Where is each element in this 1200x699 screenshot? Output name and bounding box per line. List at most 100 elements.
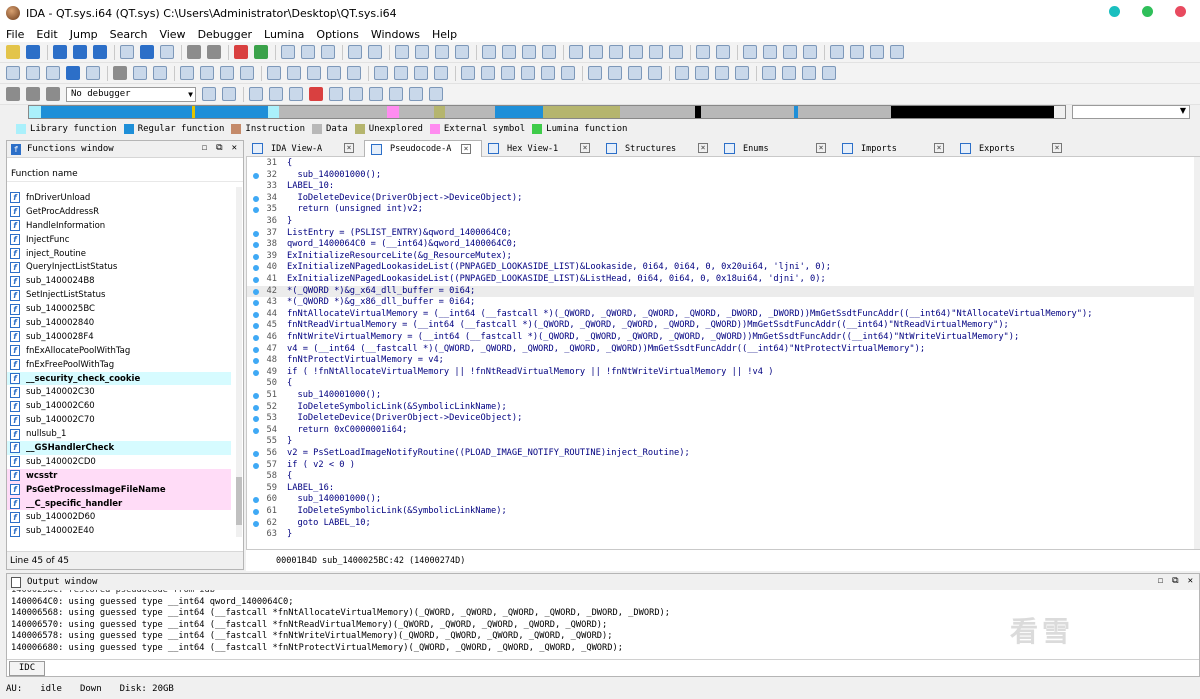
make-data-icon[interactable] [561,66,575,80]
make-array-icon[interactable] [327,66,341,80]
function-list-item[interactable]: f wcsstr [7,468,231,483]
bookmark-icon[interactable] [409,87,423,101]
function-list-item[interactable]: f PsGetProcessImageFileName [7,482,231,497]
function-list-item[interactable]: f nullsub_1 [7,427,231,441]
function-list-item[interactable]: f inject_Routine [7,247,231,261]
green-dot-button[interactable] [1142,6,1153,17]
binary-icon[interactable] [435,45,449,59]
comment-icon[interactable] [629,45,643,59]
navigation-band-segment[interactable] [278,106,388,118]
jump-icon[interactable] [73,45,87,59]
script-icon[interactable] [200,66,214,80]
open-icon[interactable] [6,45,20,59]
navigation-band-segment[interactable] [434,106,446,118]
data-icon[interactable] [254,45,268,59]
xref-icon[interactable] [542,45,556,59]
close-tab-icon[interactable]: × [698,143,708,153]
step-over-icon[interactable] [222,87,236,101]
offset-icon[interactable] [394,66,408,80]
navigation-band-segment[interactable] [620,106,696,118]
undefine-icon[interactable] [86,66,100,80]
menu-view[interactable]: View [153,28,191,41]
binary-icon[interactable] [763,45,777,59]
code-line[interactable]: 32 sub_140001000(); [247,170,1194,182]
function-list-item[interactable]: f QueryInjectListStatus [7,260,231,274]
forward-icon[interactable] [368,45,382,59]
float-icon[interactable]: ⧉ [216,143,222,153]
scrollbar-thumb[interactable] [236,477,242,525]
operand-icon[interactable] [113,66,127,80]
code-line[interactable]: 54 return 0xC0000001i64; [247,425,1194,437]
search-icon[interactable] [395,45,409,59]
offset-icon[interactable] [133,66,147,80]
script-icon[interactable] [461,66,475,80]
close-tab-icon[interactable]: × [580,143,590,153]
hex-icon[interactable] [783,45,797,59]
function-list-item[interactable]: f HandleInformation [7,219,231,233]
struct-icon[interactable] [589,45,603,59]
make-code-icon[interactable] [802,66,816,80]
save-icon[interactable] [26,45,40,59]
code-line[interactable]: 49 if ( !fnNtAllocateVirtualMemory || !fn… [247,367,1194,379]
function-list-item[interactable]: f sub_140002C60 [7,399,231,413]
code-line[interactable]: 47 v4 = (__int64 (__fastcall *)(_QWORD, _… [247,344,1194,356]
menu-options[interactable]: Options [310,28,364,41]
tab-exports[interactable]: Exports × [954,140,1072,157]
navigation-band-segment[interactable] [495,106,543,118]
cyan-dot-button[interactable] [1109,6,1120,17]
menu-jump[interactable]: Jump [64,28,104,41]
make-data-icon[interactable] [822,66,836,80]
name-icon[interactable] [240,66,254,80]
close-tab-icon[interactable]: × [934,143,944,153]
menu-search[interactable]: Search [104,28,154,41]
script-icon[interactable] [735,66,749,80]
undefine-icon[interactable] [347,66,361,80]
make-string-icon[interactable] [46,66,60,80]
navigation-band-segment[interactable] [194,106,269,118]
proximity-icon[interactable] [482,45,496,59]
code-line[interactable]: 63} [247,529,1194,541]
close-tab-icon[interactable]: × [1052,143,1062,153]
undefine-icon[interactable] [608,66,622,80]
code-line[interactable]: 44 fnNtAllocateVirtualMemory = (__int64 (… [247,309,1194,321]
navigation-band-segment[interactable] [797,106,891,118]
name-icon[interactable] [501,66,515,80]
print-icon[interactable] [502,45,516,59]
navigation-band-segment[interactable] [701,106,795,118]
code-line[interactable]: 46 fnNtWriteVirtualMemory = (__int64 (__f… [247,332,1194,344]
navigation-band-select[interactable]: ▼ [1072,105,1190,119]
function-list-item[interactable]: f GetProcAddressR [7,205,231,219]
menu-help[interactable]: Help [426,28,463,41]
code-line[interactable]: 38 qword_1400064C0 = (__int64)&qword_1400… [247,239,1194,251]
function-icon[interactable] [675,66,689,80]
xref-icon[interactable] [870,45,884,59]
function-list-item[interactable]: f InjectFunc [7,233,231,247]
open-icon[interactable] [649,45,663,59]
patch-icon[interactable] [180,66,194,80]
step-out-icon[interactable] [269,87,283,101]
code-line[interactable]: 31 { [247,158,1194,170]
edit-icon[interactable] [695,66,709,80]
step-into-icon[interactable] [202,87,216,101]
settings-icon[interactable] [850,45,864,59]
search-icon[interactable] [93,45,107,59]
navigation-band-segment[interactable] [41,106,192,118]
menu-lumina[interactable]: Lumina [258,28,310,41]
debugger-select[interactable]: No debugger ▼ [66,86,196,102]
function-list-item[interactable]: f sub_1400024B8 [7,274,231,288]
function-list-item[interactable]: f sub_140002D60 [7,510,231,524]
code-line[interactable]: 55} [247,436,1194,448]
code-line[interactable]: 60 sub_140001000(); [247,494,1194,506]
command-input[interactable] [49,660,1199,676]
function-list-item[interactable]: f sub_140002E40 [7,524,231,538]
function-list-item[interactable]: f __security_check_cookie [7,371,231,386]
navigation-band-segment[interactable] [268,106,279,118]
code-line[interactable]: 48 fnNtProtectVirtualMemory = v4; [247,355,1194,367]
code-line[interactable]: 37 ListEntry = (PSLIST_ENTRY)&qword_14000… [247,228,1194,240]
menu-edit[interactable]: Edit [30,28,63,41]
plugin-icon[interactable] [220,66,234,80]
code-line[interactable]: 58 { [247,471,1194,483]
pause-process-icon[interactable] [26,87,40,101]
operand-icon[interactable] [374,66,388,80]
make-array-icon[interactable] [588,66,602,80]
